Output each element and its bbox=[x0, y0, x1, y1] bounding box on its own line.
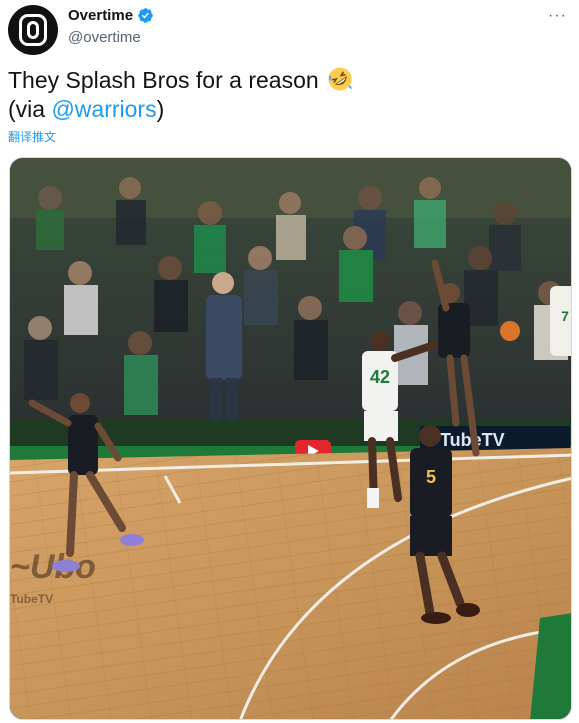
rolling-on-floor-laughing-icon bbox=[328, 67, 352, 91]
via-suffix: ) bbox=[156, 96, 165, 122]
mention-link-warriors[interactable]: @warriors bbox=[51, 96, 156, 122]
avatar[interactable] bbox=[8, 5, 58, 55]
via-prefix: (via bbox=[8, 96, 52, 122]
translate-tweet-link[interactable]: 翻译推文 bbox=[8, 128, 56, 145]
court-brand-text: TubeTV bbox=[10, 592, 53, 606]
overtime-logo-icon bbox=[19, 14, 47, 46]
tweet-video-media[interactable]: TubeTV ~Ubo TubeTV 42 bbox=[9, 157, 572, 720]
author-handle[interactable]: @overtime bbox=[68, 29, 141, 46]
jersey-number-dark: 5 bbox=[426, 467, 436, 487]
author-display-name[interactable]: Overtime bbox=[68, 7, 133, 24]
tweet-text: They Splash Bros for a reason (via @warr… bbox=[8, 66, 353, 124]
tweet-text-line-2: (via @warriors) bbox=[8, 95, 353, 124]
basketball-court-scene: TubeTV ~Ubo TubeTV 42 bbox=[10, 158, 571, 719]
verified-badge-icon bbox=[138, 8, 153, 23]
tweet-card: Overtime @overtime ··· They Splash Bros … bbox=[0, 0, 579, 723]
jersey-number-right: 7 bbox=[561, 308, 569, 324]
more-options-icon[interactable]: ··· bbox=[548, 8, 567, 24]
author-name-row: Overtime bbox=[68, 7, 154, 24]
tweet-text-line-1: They Splash Bros for a reason bbox=[8, 66, 353, 95]
jersey-number-white: 42 bbox=[370, 367, 390, 387]
tweet-text-main: They Splash Bros for a reason bbox=[8, 67, 319, 93]
